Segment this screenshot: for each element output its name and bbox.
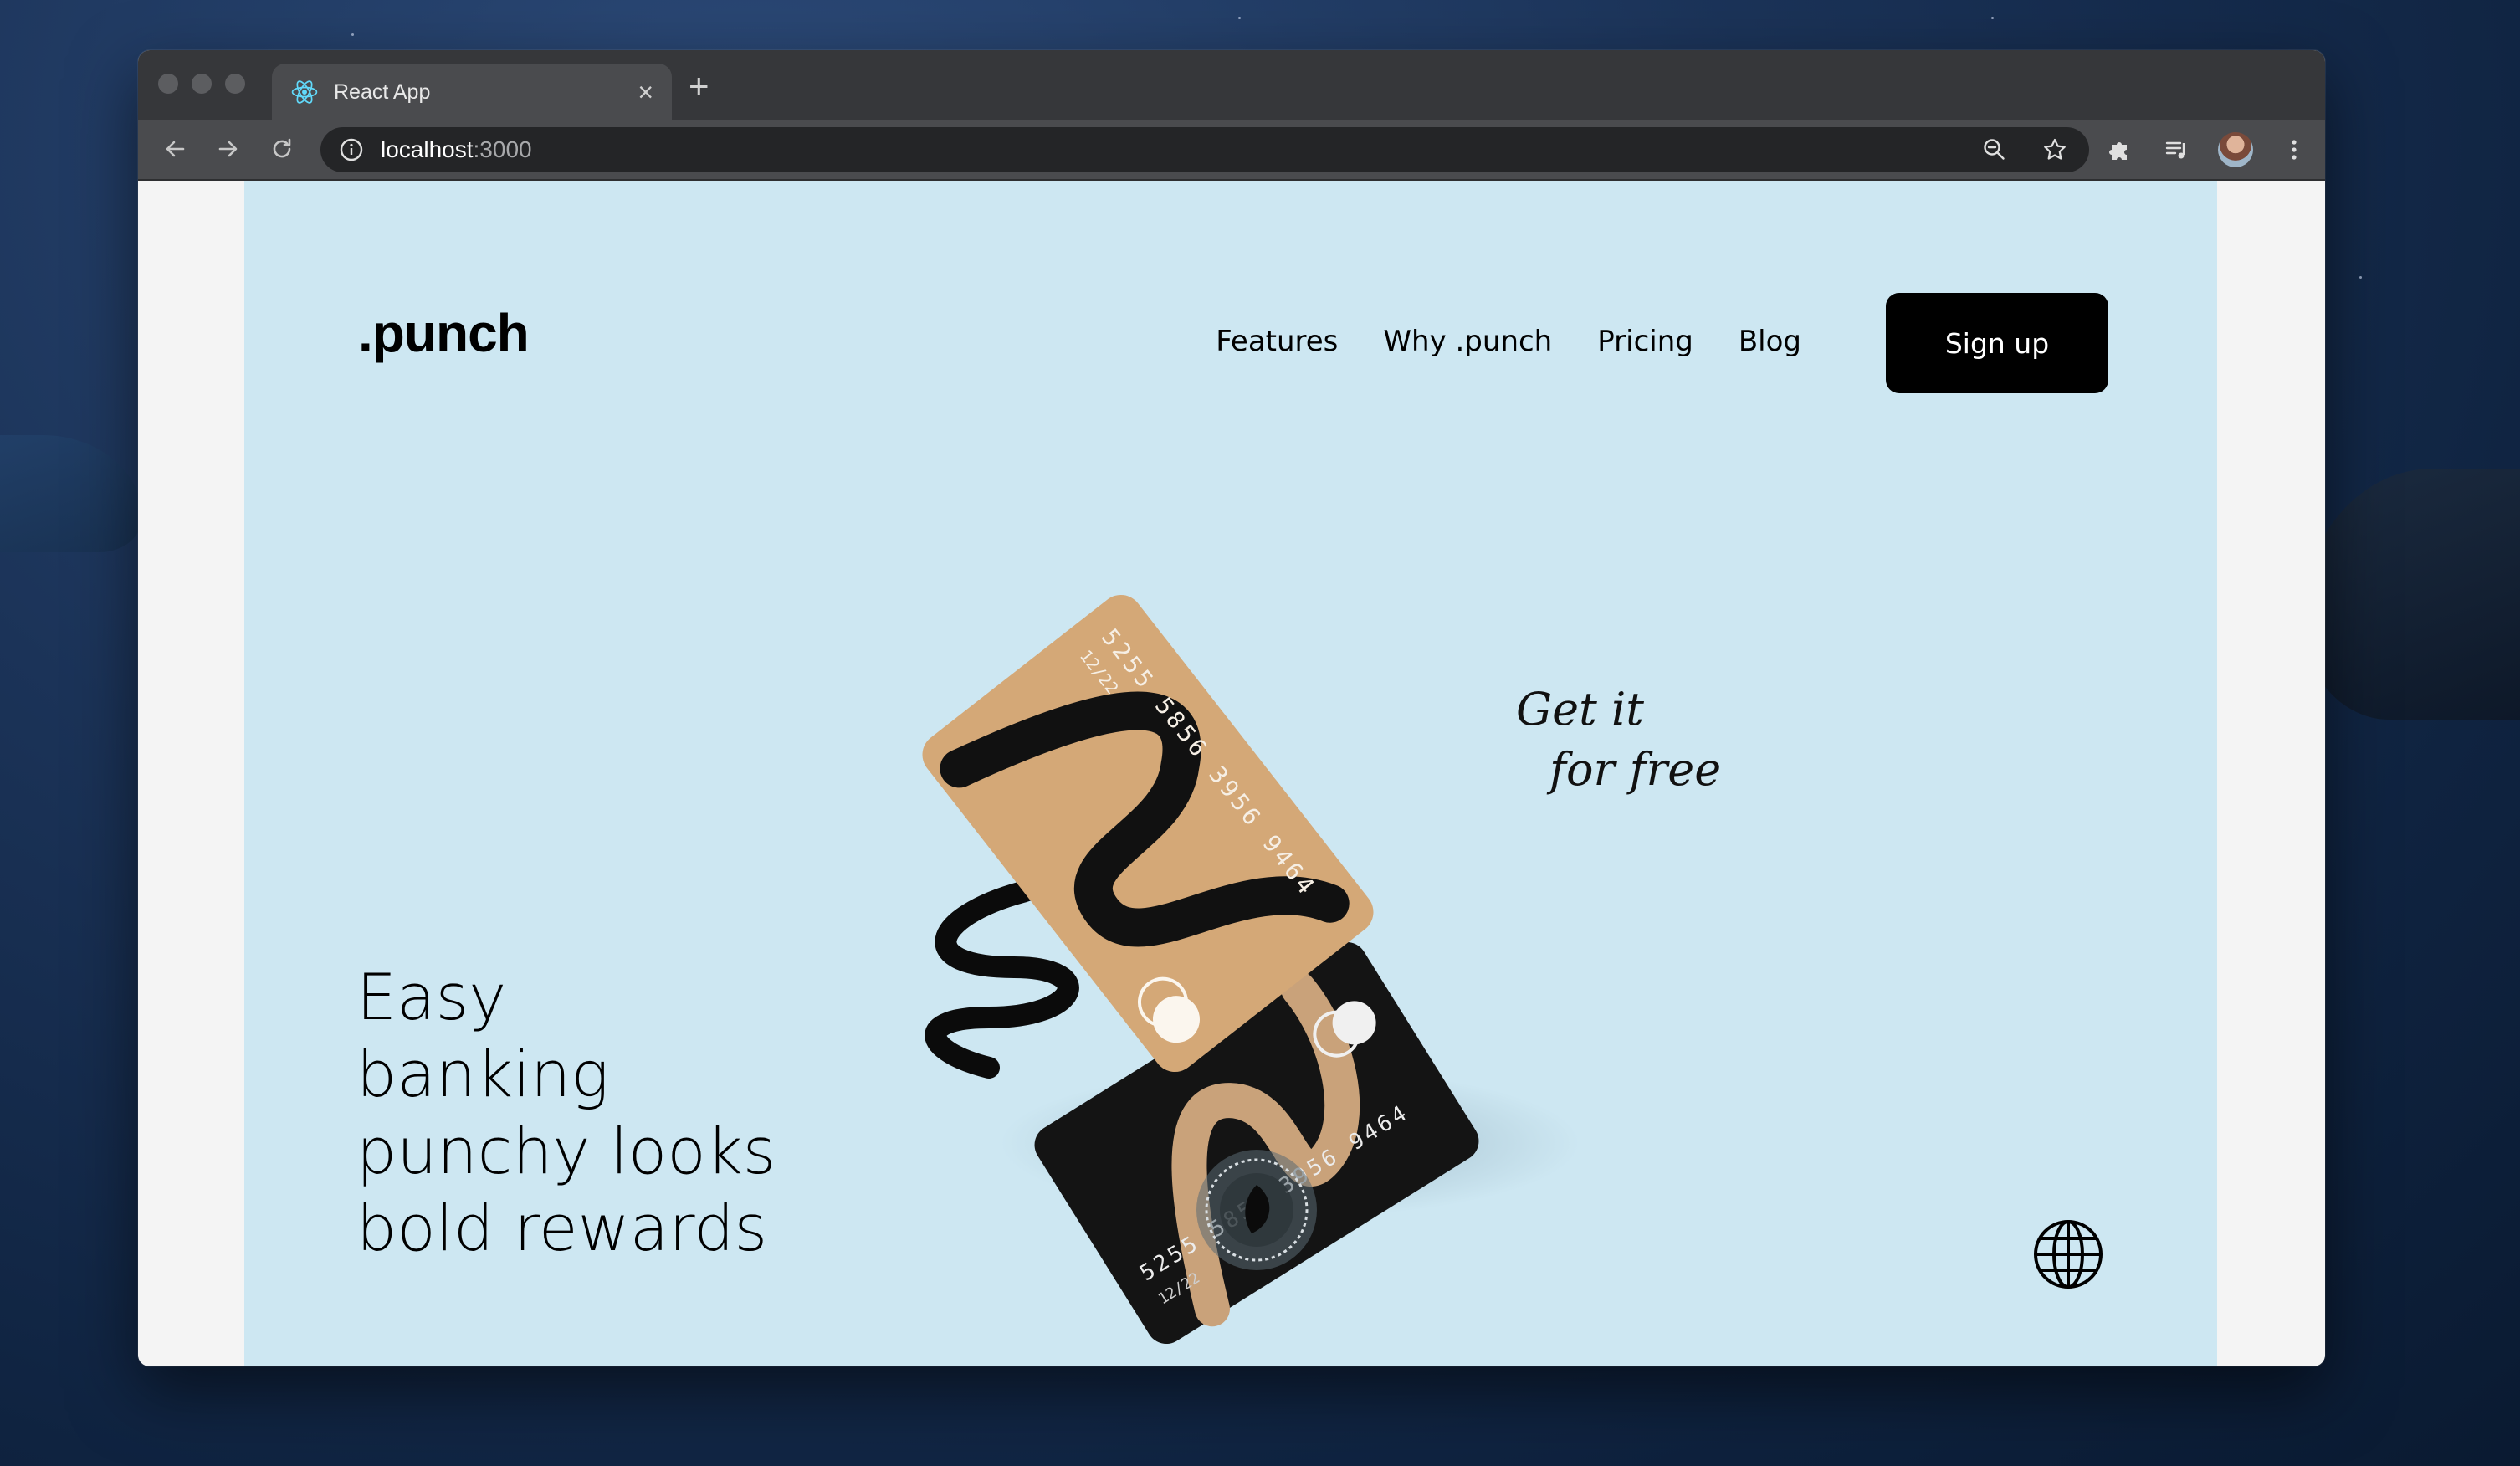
window-maximize-button[interactable] <box>225 74 245 94</box>
tab-title: React App <box>334 79 431 104</box>
desktop-star <box>1991 17 1994 19</box>
nav-link-why-punch[interactable]: Why .punch <box>1383 325 1552 358</box>
site-logo[interactable]: .punch <box>358 302 530 364</box>
desktop-star <box>351 33 354 36</box>
back-button[interactable] <box>156 131 193 167</box>
zoom-out-icon <box>1984 139 2005 160</box>
extensions-button[interactable] <box>2104 134 2136 166</box>
url-host: localhost <box>381 136 474 162</box>
address-bar[interactable]: localhost:3000 <box>320 127 2089 172</box>
tagline-line-1: Get it <box>1516 683 1644 736</box>
arrow-left-icon <box>166 141 185 157</box>
window-minimize-button[interactable] <box>192 74 212 94</box>
url-port: :3000 <box>473 136 532 162</box>
media-button[interactable] <box>2161 134 2193 166</box>
browser-tab[interactable]: React App × <box>272 64 672 120</box>
puzzle-icon <box>2109 142 2127 160</box>
nav-link-features[interactable]: Features <box>1216 325 1338 358</box>
tagline: Get it for free <box>1516 679 1721 800</box>
hero-line: bold rewards <box>356 1191 768 1265</box>
avatar[interactable] <box>2218 132 2253 167</box>
reload-icon <box>273 138 291 158</box>
toolbar-right <box>2104 132 2310 167</box>
nav-link-blog[interactable]: Blog <box>1739 325 1801 358</box>
reload-button[interactable] <box>264 131 300 167</box>
forward-button[interactable] <box>210 131 247 167</box>
address-bar-actions <box>1979 134 2071 166</box>
desktop-island-left <box>0 435 142 552</box>
window-close-button[interactable] <box>158 74 178 94</box>
browser-toolbar: localhost:3000 <box>138 120 2325 181</box>
cards-illustration: 5255 5856 3956 9464 12/22 5255 5856 <box>922 594 1479 1345</box>
info-icon[interactable] <box>339 137 364 162</box>
browser-menu-button[interactable] <box>2278 134 2310 166</box>
tagline-line-2: for free <box>1549 743 1722 796</box>
desktop-island-right <box>2302 469 2520 720</box>
star-icon <box>2044 138 2066 160</box>
hero-line: banking <box>356 1037 609 1111</box>
media-queue-icon <box>2165 141 2185 159</box>
react-icon <box>291 80 318 104</box>
zoom-button[interactable] <box>1979 134 2010 166</box>
hero-line: punchy looks <box>356 1114 776 1188</box>
browser-window: React App × + localhost:3000 .punch Fea… <box>138 50 2325 1366</box>
bookmark-button[interactable] <box>2039 134 2071 166</box>
landing-page: .punch Features Why .punch Pricing Blog … <box>244 181 2217 1366</box>
tab-close-icon[interactable]: × <box>638 79 653 105</box>
nav-link-pricing[interactable]: Pricing <box>1597 325 1693 358</box>
signup-button[interactable]: Sign up <box>1886 293 2108 393</box>
hero-line: Easy <box>356 960 507 1034</box>
kebab-menu-icon <box>2292 140 2297 160</box>
arrow-right-icon <box>218 141 238 157</box>
desktop-star <box>1238 17 1241 19</box>
page-viewport: .punch Features Why .punch Pricing Blog … <box>138 181 2325 1366</box>
cashback-badge <box>1196 1150 1317 1270</box>
hero-headline: Easy banking punchy looks bold rewards <box>356 959 776 1267</box>
desktop-star <box>2359 276 2362 279</box>
tab-bar: React App × + <box>138 50 2325 120</box>
globe-icon[interactable] <box>2032 1218 2104 1290</box>
main-nav: Features Why .punch Pricing Blog <box>1216 325 1801 358</box>
new-tab-button[interactable]: + <box>689 69 709 104</box>
